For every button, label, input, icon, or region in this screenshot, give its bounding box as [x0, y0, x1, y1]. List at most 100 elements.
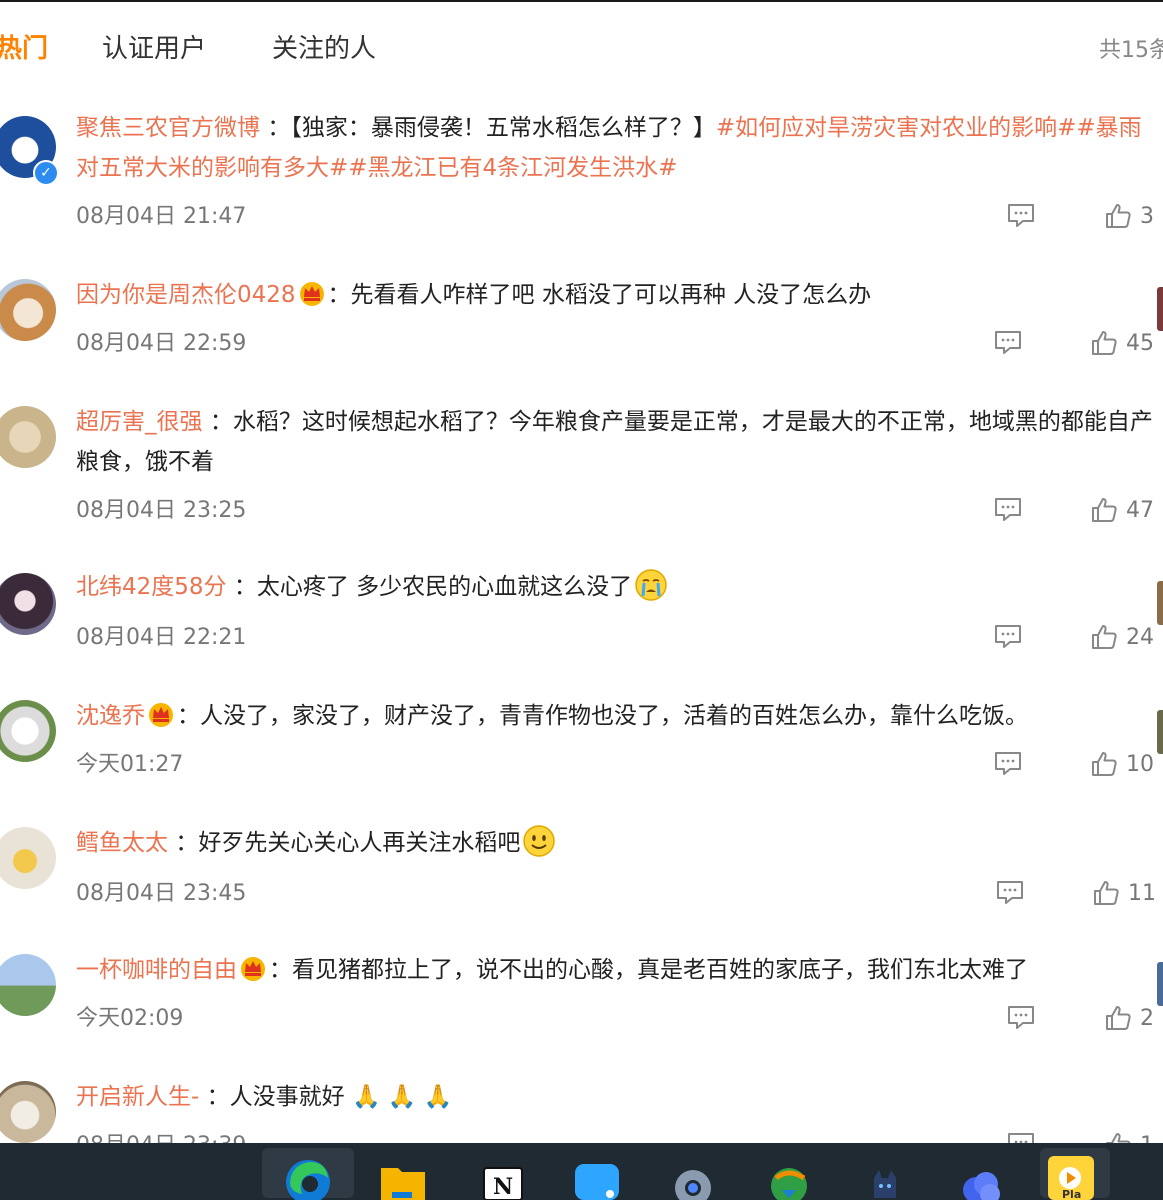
comment-text: 水稻？这时候想起水稻了？今年粮食产量要是正常，才是最大的不正常，地域黑的都能自产… — [76, 409, 1153, 475]
comment-username[interactable]: 沈逸乔 — [76, 703, 145, 729]
comment-username[interactable]: 超厉害_很强 — [76, 409, 203, 435]
side-thumbnail — [1157, 710, 1163, 754]
thumbs-up-icon — [1090, 623, 1118, 651]
comment-reply-icon[interactable] — [993, 750, 1023, 776]
like-count: 24 — [1126, 624, 1154, 650]
thumbs-up-icon — [1104, 1004, 1132, 1032]
side-thumbnail — [1157, 962, 1163, 1006]
comment-separator: ： — [327, 282, 351, 308]
vip-crown-icon — [298, 280, 326, 306]
comment-body: 超厉害_很强 ：水稻？这时候想起水稻了？今年粮食产量要是正常，才是最大的不正常，… — [76, 402, 1163, 482]
comment-body: 聚焦三农官方微博 ：【独家：暴雨侵袭！五常水稻怎么样了？】#如何应对旱涝灾害对农… — [76, 108, 1163, 188]
like-button[interactable]: 24 — [1090, 621, 1154, 653]
avatar[interactable] — [0, 827, 56, 889]
settings-gear-icon[interactable] — [668, 1148, 718, 1204]
comment-reply-icon[interactable] — [993, 623, 1023, 649]
comment-reply-icon[interactable] — [995, 879, 1025, 905]
tab-following[interactable]: 关注的人 — [272, 28, 376, 65]
messaging-app-icon[interactable] — [572, 1148, 622, 1200]
smile-emoji-icon — [523, 825, 556, 857]
comment-username[interactable]: 一杯咖啡的自由 — [76, 957, 237, 983]
thumbs-up-icon — [1104, 202, 1132, 230]
comment-separator: ： — [233, 574, 257, 600]
comment-text: 太心疼了 多少农民的心血就这么没了 — [256, 574, 633, 600]
verified-badge-icon: ✓ — [33, 160, 59, 186]
avatar[interactable] — [0, 406, 56, 468]
comment-reply-icon[interactable] — [1006, 202, 1036, 228]
svg-text:N: N — [493, 1174, 513, 1200]
comment-text: 先看看人咋样了吧 水稻没了可以再种 人没了怎么办 — [350, 282, 872, 308]
side-thumbnail — [1157, 581, 1163, 625]
crying-emoji-icon — [635, 569, 667, 601]
pray-emoji-icon: 🙏 🙏 🙏 — [351, 1084, 453, 1110]
avatar[interactable] — [0, 279, 56, 341]
comment-filter-tabs: 热门 认证用户 关注的人 共15条 — [0, 18, 1163, 74]
video-player-icon[interactable]: Pla — [1040, 1148, 1110, 1201]
comment-username[interactable]: 因为你是周杰伦0428 — [76, 282, 296, 308]
comment-time: 08月04日 23:25 — [76, 498, 247, 523]
avatar[interactable] — [0, 1081, 56, 1143]
comment-time: 今天01:27 — [76, 752, 184, 777]
comment-text: 【独家：暴雨侵袭！五常水稻怎么样了？】 — [290, 115, 716, 141]
like-count: 10 — [1126, 751, 1154, 777]
comment-reply-icon[interactable] — [1006, 1004, 1036, 1030]
comment-body: 开启新人生- ：人没事就好 🙏 🙏 🙏 — [76, 1077, 1163, 1117]
download-manager-icon[interactable] — [764, 1148, 814, 1204]
vip-crown-icon — [239, 955, 267, 981]
comment-reply-icon[interactable] — [993, 496, 1023, 522]
like-button[interactable]: 45 — [1090, 327, 1154, 359]
comment-separator: ： — [209, 409, 233, 435]
comment-username[interactable]: 开启新人生- — [76, 1084, 199, 1110]
comment-reply-icon[interactable] — [993, 329, 1023, 355]
like-button[interactable]: 11 — [1092, 877, 1156, 909]
thumbs-up-icon — [1090, 750, 1118, 778]
thumbs-up-icon — [1090, 496, 1118, 524]
comment-body: 因为你是周杰伦0428 ：先看看人咋样了吧 水稻没了可以再种 人没了怎么办 — [76, 275, 1163, 315]
video-player-label: Pla — [1062, 1188, 1082, 1201]
side-thumbnail — [1157, 287, 1163, 331]
comment-username[interactable]: 聚焦三农官方微博 — [76, 115, 260, 141]
comment-text: 人没了，家没了，财产没了，青青作物也没了，活着的百姓怎么办，靠什么吃饭。 — [200, 703, 1028, 729]
like-button[interactable]: 10 — [1090, 748, 1154, 780]
avatar[interactable] — [0, 573, 56, 635]
thumbs-up-icon — [1090, 329, 1118, 357]
cloud-app-icon[interactable] — [956, 1148, 1006, 1204]
like-count: 2 — [1140, 1005, 1154, 1031]
comment-time: 08月04日 21:47 — [76, 204, 247, 229]
notion-icon[interactable]: N — [478, 1148, 528, 1201]
comment-separator: ： — [177, 703, 200, 729]
thumbs-up-icon — [1092, 879, 1120, 907]
comment-body: 鳕鱼太太 ：好歹先关心关心人再关注水稻吧 — [76, 823, 1163, 863]
comment-time: 08月04日 22:59 — [76, 331, 247, 356]
vip-crown-icon — [147, 701, 175, 727]
file-explorer-icon[interactable] — [378, 1148, 428, 1200]
comment-time: 08月04日 23:45 — [76, 881, 247, 906]
comment-text: 人没事就好 — [229, 1084, 345, 1110]
comment-separator: ： — [175, 830, 199, 856]
comment-time: 今天02:09 — [76, 1006, 184, 1031]
comment-total-count: 共15条 — [1099, 38, 1163, 63]
comment-separator: ： — [206, 1084, 230, 1110]
taskbar: N Pla — [0, 1143, 1163, 1204]
like-count: 3 — [1140, 203, 1154, 229]
tab-verified-users[interactable]: 认证用户 — [102, 28, 206, 65]
like-button[interactable]: 3 — [1104, 200, 1154, 232]
comment-text: 看见猪都拉上了，说不出的心酸，真是老百姓的家底子，我们东北太难了 — [292, 957, 1028, 983]
comment-username[interactable]: 北纬42度58分 — [76, 574, 227, 600]
comment-separator: ： — [267, 115, 291, 141]
comment-body: 沈逸乔 ：人没了，家没了，财产没了，青青作物也没了，活着的百姓怎么办，靠什么吃饭。 — [76, 696, 1163, 736]
like-button[interactable]: 47 — [1090, 494, 1154, 526]
like-button[interactable]: 2 — [1104, 1002, 1154, 1034]
cat-app-icon[interactable] — [860, 1148, 910, 1198]
avatar[interactable] — [0, 954, 56, 1016]
comment-username[interactable]: 鳕鱼太太 — [76, 830, 168, 856]
comment-text: 好歹先关心关心人再关注水稻吧 — [198, 830, 521, 856]
comment-body: 一杯咖啡的自由 ：看见猪都拉上了，说不出的心酸，真是老百姓的家底子，我们东北太难了 — [76, 950, 1163, 990]
edge-icon[interactable] — [262, 1148, 354, 1204]
comment-time: 08月04日 22:21 — [76, 625, 247, 650]
tab-hot[interactable]: 热门 — [0, 28, 48, 65]
avatar[interactable] — [0, 700, 56, 762]
comment-body: 北纬42度58分 ：太心疼了 多少农民的心血就这么没了 — [76, 567, 1163, 607]
like-count: 11 — [1128, 880, 1156, 906]
window-top-border — [0, 0, 1163, 2]
